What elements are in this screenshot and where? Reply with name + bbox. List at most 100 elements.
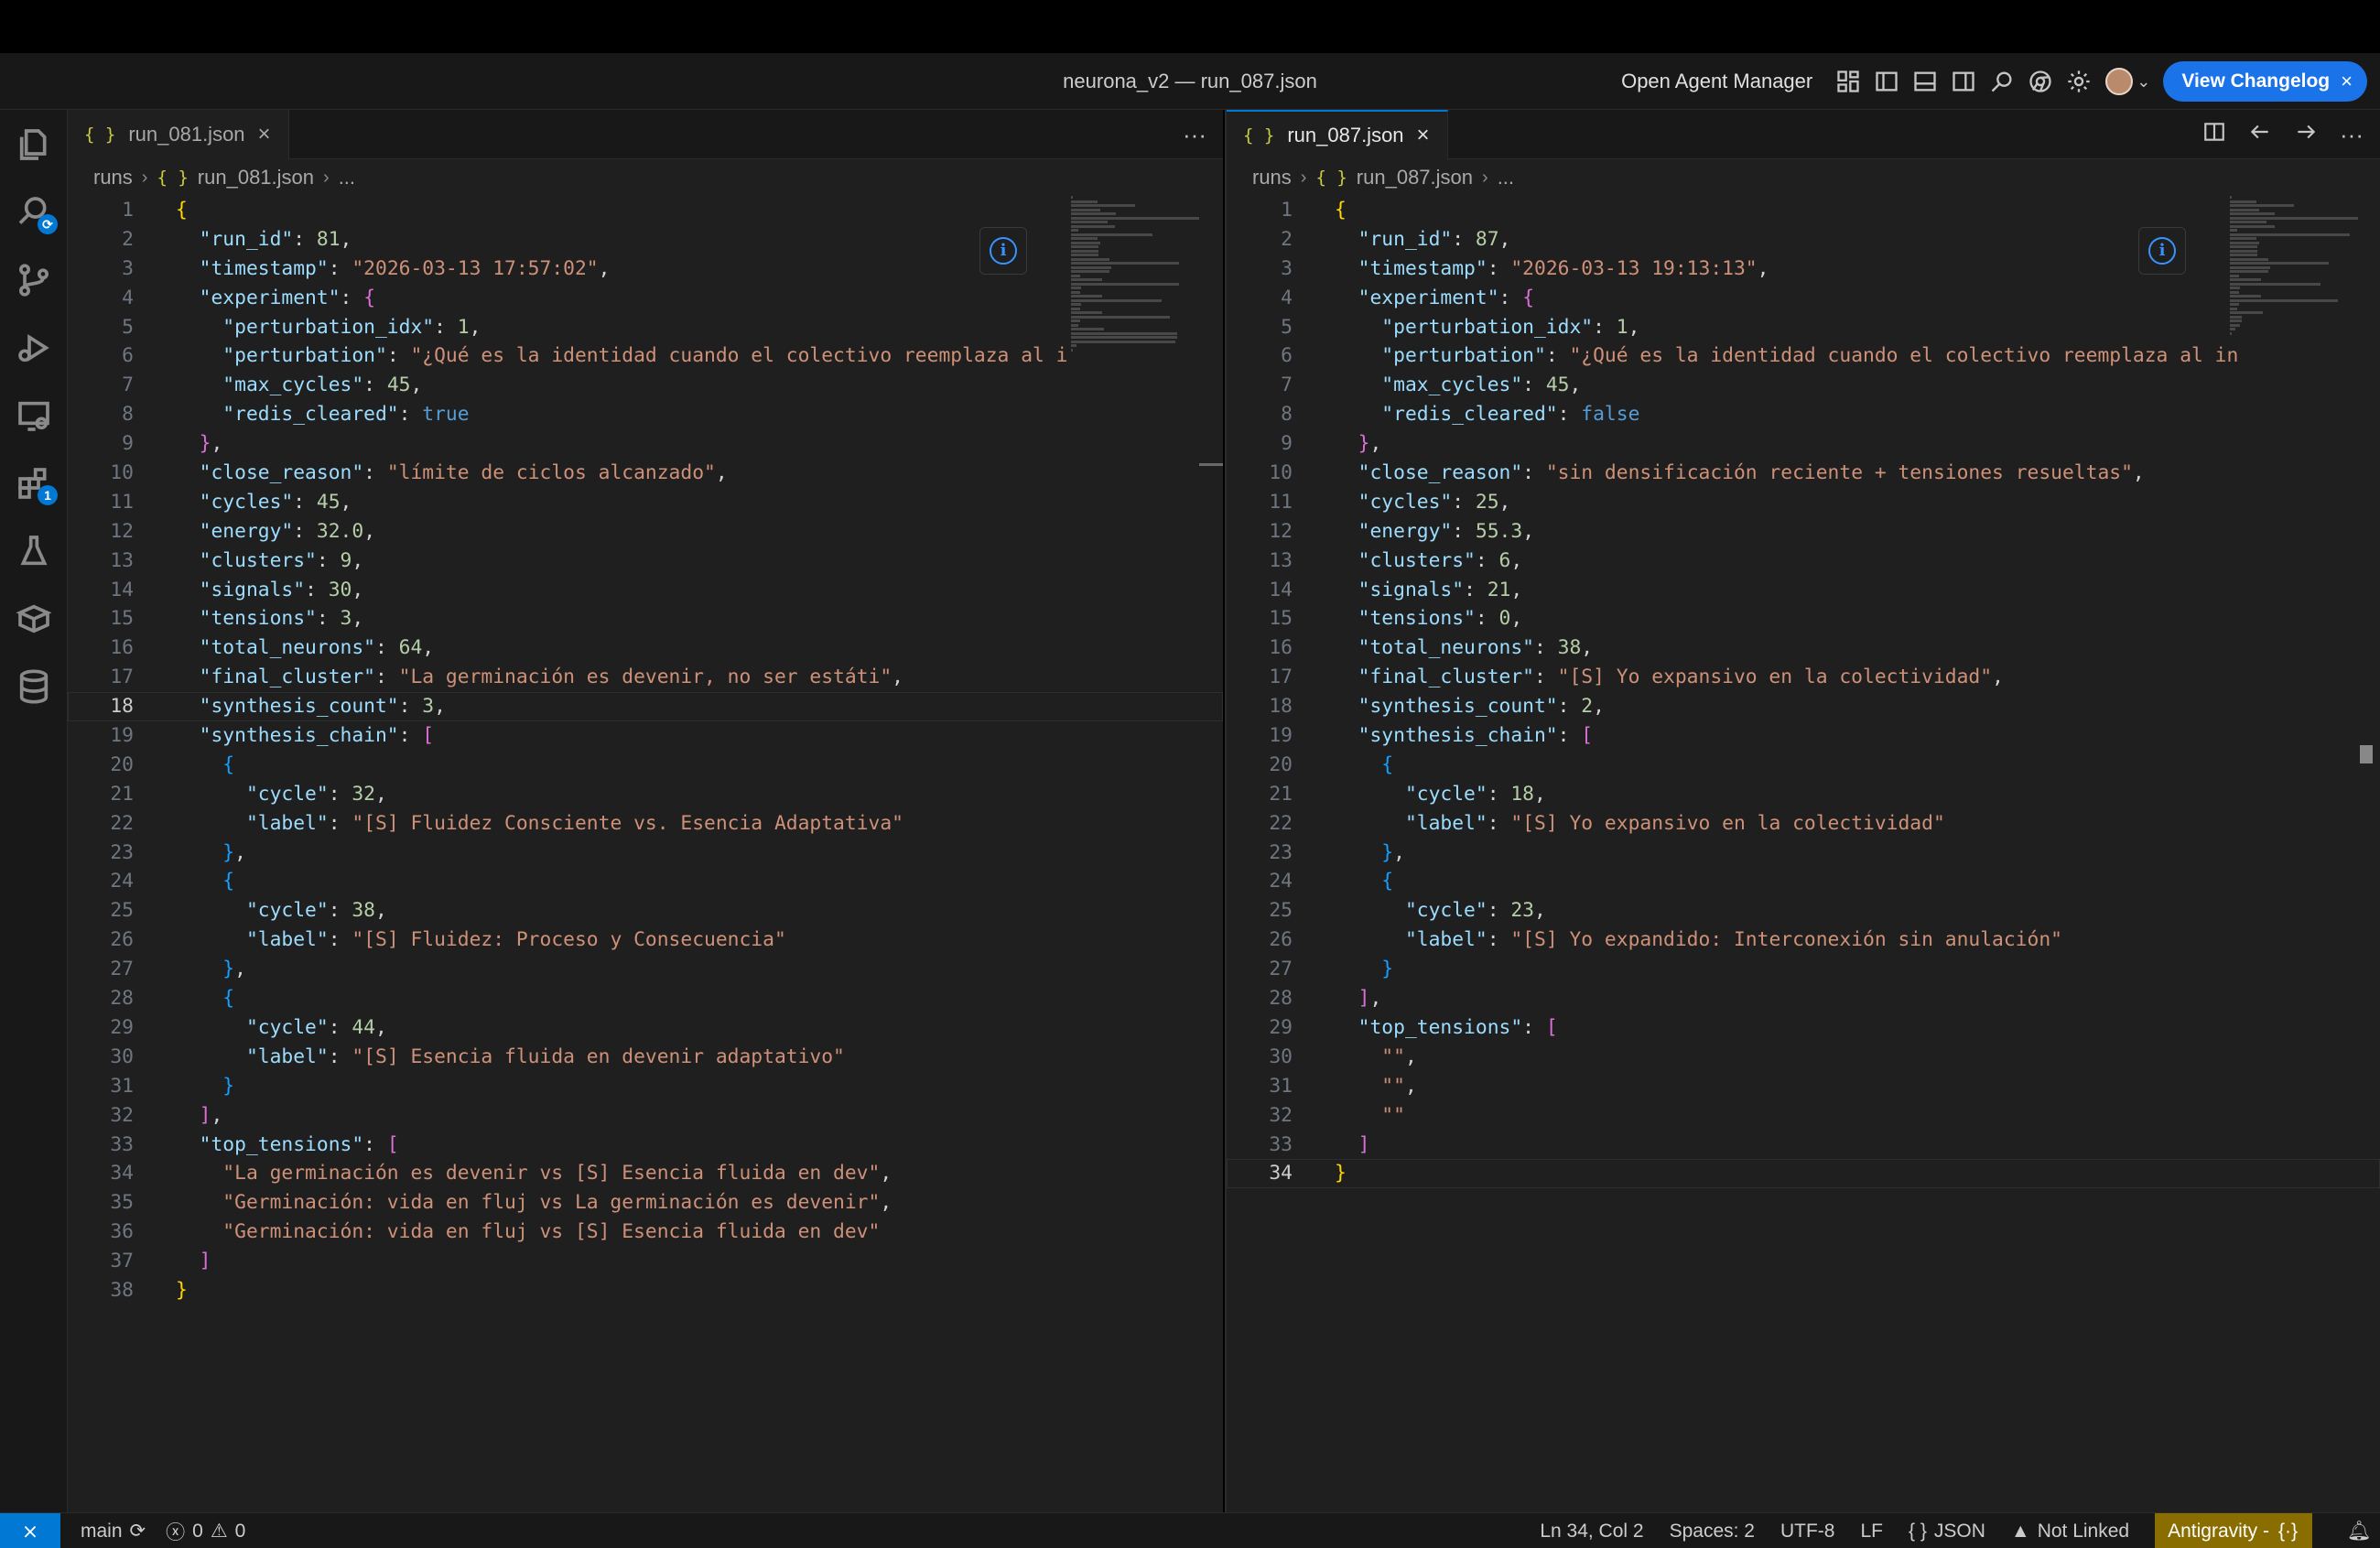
code-editor[interactable]: 1{2 "run_id": 81, 3 "timestamp": "2026-03… <box>68 196 1223 1305</box>
code-line[interactable]: 24 { <box>1227 867 2380 896</box>
more-actions-icon[interactable]: ··· <box>1183 121 1206 149</box>
cursor-position[interactable]: Ln 34, Col 2 <box>1540 1521 1643 1543</box>
code-line[interactable]: 21 "cycle": 32, <box>68 780 1223 809</box>
code-line[interactable]: 28 { <box>68 984 1223 1013</box>
code-line[interactable]: 27 } <box>1227 955 2380 984</box>
code-line[interactable]: 32 ], <box>68 1101 1223 1131</box>
code-line[interactable]: 23 }, <box>68 839 1223 868</box>
tab-run-087[interactable]: { } run_087.json × <box>1227 110 1448 159</box>
code-line[interactable]: 5 "perturbation_idx": 1, <box>1227 313 2380 342</box>
code-line[interactable]: 9 }, <box>68 429 1223 459</box>
code-line[interactable]: 6 "perturbation": "¿Qué es la identidad … <box>68 341 1223 371</box>
problems-indicator[interactable]: ⓧ 0 ⚠ 0 <box>166 1518 245 1545</box>
code-line[interactable]: 15 "tensions": 0, <box>1227 604 2380 633</box>
code-line[interactable]: 34} <box>1227 1159 2380 1189</box>
breadcrumb-folder[interactable]: runs <box>93 166 133 189</box>
code-line[interactable]: 11 "cycles": 45, <box>68 488 1223 517</box>
code-line[interactable]: 8 "redis_cleared": false <box>1227 400 2380 429</box>
code-line[interactable]: 25 "cycle": 38, <box>68 896 1223 926</box>
breadcrumb-file[interactable]: run_087.json <box>1357 166 1473 189</box>
run-and-debug-icon[interactable] <box>16 330 52 366</box>
code-line[interactable]: 17 "final_cluster": "La germinación es d… <box>68 663 1223 692</box>
code-line[interactable]: 1{ <box>68 196 1223 225</box>
go-back-icon[interactable] <box>2248 120 2272 150</box>
code-line[interactable]: 18 "synthesis_count": 2, <box>1227 692 2380 721</box>
code-line[interactable]: 10 "close_reason": "sin densificación re… <box>1227 459 2380 488</box>
code-line[interactable]: 37 ] <box>68 1247 1223 1276</box>
account-status[interactable]: ▲ Not Linked <box>2011 1521 2129 1543</box>
code-line[interactable]: 7 "max_cycles": 45, <box>68 371 1223 400</box>
indentation[interactable]: Spaces: 2 <box>1670 1521 1755 1543</box>
remote-explorer-icon[interactable] <box>16 397 52 434</box>
code-line[interactable]: 3 "timestamp": "2026-03-13 19:13:13", <box>1227 254 2380 284</box>
code-line[interactable]: 24 { <box>68 867 1223 896</box>
chevron-down-icon[interactable]: ⌄ <box>2137 72 2150 92</box>
code-line[interactable]: 33 "top_tensions": [ <box>68 1131 1223 1160</box>
toggle-panel-icon[interactable] <box>1906 60 1944 103</box>
code-line[interactable]: 17 "final_cluster": "[S] Yo expansivo en… <box>1227 663 2380 692</box>
tab-run-081[interactable]: { } run_081.json × <box>68 110 289 159</box>
breadcrumb-symbol[interactable]: ... <box>1498 166 1514 189</box>
testing-flask-icon[interactable] <box>16 533 52 569</box>
view-changelog-button[interactable]: View Changelog × <box>2163 61 2367 102</box>
code-line[interactable]: 23 }, <box>1227 839 2380 868</box>
browser-icon[interactable] <box>2021 60 2060 103</box>
code-line[interactable]: 2 "run_id": 87, <box>1227 225 2380 254</box>
search-icon[interactable] <box>1983 60 2021 103</box>
code-line[interactable]: 29 "cycle": 44, <box>68 1013 1223 1043</box>
extensions-icon[interactable]: 1 <box>16 465 58 505</box>
code-line[interactable]: 14 "signals": 30, <box>68 576 1223 605</box>
code-line[interactable]: 1{ <box>1227 196 2380 225</box>
database-icon[interactable] <box>16 668 52 705</box>
breadcrumb-file[interactable]: run_081.json <box>198 166 314 189</box>
code-line[interactable]: 30 "", <box>1227 1043 2380 1072</box>
code-line[interactable]: 3 "timestamp": "2026-03-13 17:57:02", <box>68 254 1223 284</box>
code-line[interactable]: 5 "perturbation_idx": 1, <box>68 313 1223 342</box>
breadcrumb-symbol[interactable]: ... <box>339 166 355 189</box>
code-line[interactable]: 38} <box>68 1276 1223 1305</box>
code-line[interactable]: 10 "close_reason": "límite de ciclos alc… <box>68 459 1223 488</box>
end-of-line[interactable]: LF <box>1860 1521 1883 1543</box>
toggle-primary-sidebar-icon[interactable] <box>1867 60 1906 103</box>
code-line[interactable]: 7 "max_cycles": 45, <box>1227 371 2380 400</box>
code-line[interactable]: 16 "total_neurons": 38, <box>1227 633 2380 663</box>
open-agent-manager-button[interactable]: Open Agent Manager <box>1621 70 1812 93</box>
split-editor-icon[interactable] <box>2202 120 2226 150</box>
settings-gear-icon[interactable] <box>2060 60 2098 103</box>
code-line[interactable]: 12 "energy": 32.0, <box>68 517 1223 547</box>
remote-indicator-icon[interactable]: ⨯ <box>0 1513 60 1548</box>
scrollbar-marker[interactable] <box>1199 463 1223 466</box>
code-line[interactable]: 29 "top_tensions": [ <box>1227 1013 2380 1043</box>
code-line[interactable]: 28 ], <box>1227 984 2380 1013</box>
code-line[interactable]: 16 "total_neurons": 64, <box>68 633 1223 663</box>
account-avatar[interactable] <box>2105 68 2134 95</box>
encoding[interactable]: UTF-8 <box>1780 1521 1835 1543</box>
minimap[interactable] <box>1071 196 1199 379</box>
code-line[interactable]: 4 "experiment": { <box>1227 284 2380 313</box>
code-line[interactable]: 19 "synthesis_chain": [ <box>68 721 1223 751</box>
explorer-icon[interactable] <box>16 126 52 163</box>
code-line[interactable]: 14 "signals": 21, <box>1227 576 2380 605</box>
close-tab-icon[interactable]: × <box>1417 123 1430 148</box>
code-line[interactable]: 2 "run_id": 81, <box>68 225 1223 254</box>
search-icon[interactable]: ⟳ <box>16 194 58 234</box>
toggle-secondary-sidebar-icon[interactable] <box>1944 60 1983 103</box>
code-line[interactable]: 34 "La germinación es devenir vs [S] Ese… <box>68 1159 1223 1188</box>
info-button[interactable]: i <box>2138 227 2186 275</box>
code-line[interactable]: 31 } <box>68 1072 1223 1101</box>
more-actions-icon[interactable]: ··· <box>2340 121 2364 149</box>
notifications-bell-icon[interactable]: 🔔︎ <box>2338 1521 2380 1543</box>
code-line[interactable]: 35 "Germinación: vida en fluj vs La germ… <box>68 1188 1223 1218</box>
code-line[interactable]: 33 ] <box>1227 1131 2380 1160</box>
code-line[interactable]: 18 "synthesis_count": 3, <box>68 692 1223 722</box>
code-line[interactable]: 25 "cycle": 23, <box>1227 896 2380 926</box>
info-button[interactable]: i <box>979 227 1027 275</box>
code-line[interactable]: 11 "cycles": 25, <box>1227 488 2380 517</box>
minimap[interactable] <box>2230 196 2358 379</box>
code-line[interactable]: 31 "", <box>1227 1072 2380 1101</box>
code-line[interactable]: 19 "synthesis_chain": [ <box>1227 721 2380 751</box>
code-line[interactable]: 13 "clusters": 6, <box>1227 547 2380 576</box>
code-line[interactable]: 32 "" <box>1227 1101 2380 1131</box>
code-line[interactable]: 27 }, <box>68 955 1223 984</box>
code-line[interactable]: 15 "tensions": 3, <box>68 604 1223 633</box>
